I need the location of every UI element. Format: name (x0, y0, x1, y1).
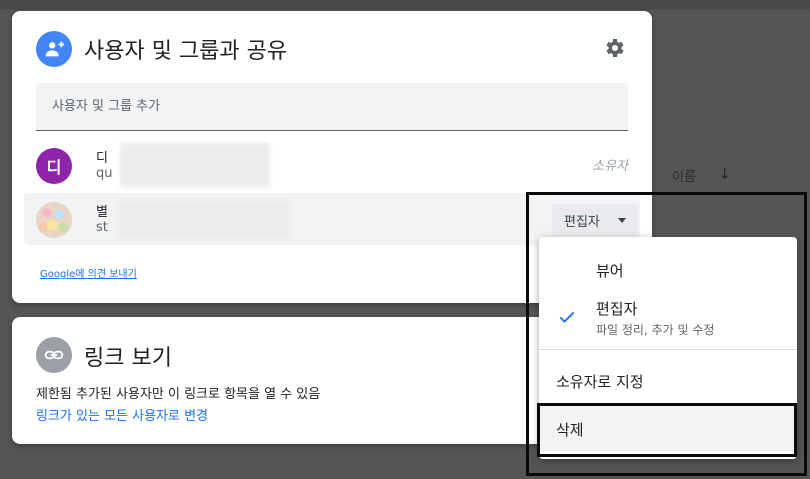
add-people-field[interactable] (36, 83, 628, 131)
change-link-access-link[interactable]: 링크가 있는 모든 사용자로 변경 (36, 405, 208, 424)
person-email: qu (96, 166, 113, 181)
menu-item-editor[interactable]: 편집자 파일 정리, 추가 및 수정 (539, 289, 797, 347)
redaction-blur (120, 143, 270, 187)
menu-item-remove[interactable]: 삭제 (539, 405, 797, 451)
add-people-input[interactable] (36, 83, 628, 130)
person-name: 디 (96, 151, 108, 166)
menu-divider (539, 349, 797, 350)
link-access-description: 제한됨 추가된 사용자만 이 링크로 항목을 열 수 있음 (36, 387, 321, 402)
role-label-owner: 소유자 (592, 159, 628, 174)
role-dropdown-label: 편집자 (564, 214, 600, 230)
background-panel (0, 0, 810, 10)
person-name: 별 (96, 205, 108, 220)
redaction-blur (120, 201, 290, 239)
caret-down-icon (618, 218, 626, 223)
feedback-text: 에 의견 보내기 (75, 269, 137, 280)
share-dialog-title: 사용자 및 그룹과 공유 (84, 39, 288, 64)
menu-item-make-owner[interactable]: 소유자로 지정 (539, 361, 797, 401)
file-list-header: 이름 ↓ (652, 160, 810, 190)
link-icon (36, 337, 72, 373)
menu-item-sublabel: 파일 정리, 추가 및 수정 (596, 323, 715, 337)
link-dialog-title: 링크 보기 (84, 346, 172, 371)
feedback-brand: Google (40, 269, 76, 280)
menu-item-label: 뷰어 (596, 262, 624, 280)
menu-item-label: 삭제 (556, 421, 584, 439)
role-menu: 뷰어 편집자 파일 정리, 추가 및 수정 소유자로 지정 삭제 (539, 237, 797, 459)
check-icon (557, 307, 577, 327)
menu-item-label: 소유자로 지정 (556, 373, 644, 391)
role-dropdown-button[interactable]: 편집자 (552, 204, 638, 236)
person-add-icon (36, 31, 72, 67)
feedback-link[interactable]: Google에 의견 보내기 (40, 265, 137, 280)
avatar: 디 (36, 148, 72, 184)
column-header-name[interactable]: 이름 (672, 166, 696, 185)
person-email: st (96, 220, 108, 235)
avatar (36, 202, 72, 238)
menu-item-label: 편집자 (596, 300, 638, 318)
gear-icon[interactable] (602, 36, 626, 60)
arrow-down-icon[interactable]: ↓ (718, 164, 731, 183)
menu-item-viewer[interactable]: 뷰어 (539, 249, 797, 289)
person-row-owner: 디 디 qu 소유자 (24, 139, 640, 191)
